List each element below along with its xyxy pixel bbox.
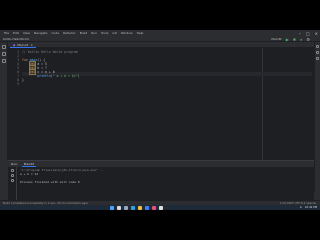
- menu-item-help[interactable]: Help: [137, 31, 144, 35]
- console-output[interactable]: "C:\Program Files\Java\jdk-17\bin\java.e…: [20, 168, 312, 200]
- taskview-icon[interactable]: [124, 205, 128, 210]
- code-token: }: [22, 78, 24, 82]
- structure-icon[interactable]: [2, 52, 6, 56]
- run-icon[interactable]: ▶: [286, 37, 289, 42]
- run-side-toolbar: [8, 167, 17, 200]
- code-line[interactable]: println(" a + b = $c"): [22, 74, 80, 78]
- line-number: 9: [17, 82, 19, 86]
- ide-window: File Edit View Navigate Code Refactor Build Run…: [0, 30, 320, 210]
- menu-item-edit[interactable]: Edit: [13, 31, 19, 35]
- commit-icon[interactable]: [2, 59, 6, 63]
- code-line[interactable]: // Kotlin Hello World program: [22, 50, 78, 54]
- search-icon[interactable]: [117, 205, 121, 210]
- chrome-icon[interactable]: [159, 205, 163, 210]
- console-line: Process finished with exit code 0: [20, 180, 80, 184]
- taskbar-icons: [110, 205, 163, 210]
- maximize-icon[interactable]: □: [306, 31, 310, 36]
- explorer-icon[interactable]: [138, 205, 142, 210]
- store-icon[interactable]: [145, 205, 149, 210]
- code-line[interactable]: }: [22, 78, 24, 82]
- gradle-icon[interactable]: [316, 57, 319, 60]
- run-toolbar: MainKt ▶ ✱ ⌕ ⚙: [271, 36, 310, 42]
- run-tool-window: Run: MainKt "C:\Program Files\Java\jdk-1…: [8, 160, 314, 200]
- run-config-selector[interactable]: MainKt: [271, 37, 281, 41]
- stop-icon[interactable]: [11, 174, 14, 177]
- start-icon[interactable]: [110, 205, 114, 210]
- menu-item-refactor[interactable]: Refactor: [63, 31, 76, 35]
- right-tool-strip: [314, 42, 320, 192]
- notifications-icon[interactable]: [316, 45, 319, 48]
- scroll-end-icon[interactable]: [11, 179, 14, 182]
- project-name[interactable]: Kotlin-HelloWorld: [3, 37, 29, 41]
- left-tool-strip: [0, 42, 8, 160]
- close-tab-icon[interactable]: ×: [30, 43, 33, 47]
- menu-item-view[interactable]: View: [23, 31, 30, 35]
- system-tray: ≋ 10:42 PM: [300, 205, 317, 210]
- tab-label: Main.kt: [17, 43, 29, 47]
- code-token: Kotlin Hello World program: [27, 50, 78, 54]
- clock[interactable]: 10:42 PM: [305, 206, 317, 209]
- close-icon[interactable]: ×: [315, 31, 318, 36]
- run-panel-label: Run:: [11, 162, 18, 166]
- settings-icon[interactable]: ⚙: [306, 37, 310, 42]
- menu-item-git[interactable]: Git: [112, 31, 116, 35]
- minimize-icon[interactable]: –: [299, 31, 301, 36]
- search-icon[interactable]: ⌕: [300, 37, 302, 42]
- menu-item-code[interactable]: Code: [51, 31, 59, 35]
- database-icon[interactable]: [316, 51, 319, 54]
- menu-item-run[interactable]: Run: [91, 31, 97, 35]
- line-number-gutter: 123456789: [8, 48, 22, 160]
- menu-item-navigate[interactable]: Navigate: [34, 31, 47, 35]
- code-token: ): [77, 74, 80, 78]
- code-token: println: [37, 74, 51, 78]
- project-icon[interactable]: [2, 45, 6, 49]
- rerun-icon[interactable]: [11, 169, 14, 172]
- menu-item-build[interactable]: Build: [80, 31, 88, 35]
- menu-item-tools[interactable]: Tools: [101, 31, 108, 35]
- code-token: " a + b = $c": [52, 74, 78, 78]
- run-tab[interactable]: MainKt: [21, 162, 37, 167]
- run-panel-header: Run: MainKt: [8, 161, 314, 167]
- code-area[interactable]: // Kotlin Hello World program fun main() …: [22, 48, 312, 160]
- code-editor[interactable]: 123456789 // Kotlin Hello World program f…: [8, 48, 314, 160]
- edge-icon[interactable]: [131, 205, 135, 210]
- kotlin-file-icon: ◆: [13, 43, 16, 47]
- wifi-icon[interactable]: ≋: [300, 206, 302, 209]
- menu-item-window[interactable]: Window: [121, 31, 133, 35]
- debug-icon[interactable]: ✱: [293, 37, 296, 42]
- intellij-icon[interactable]: [152, 205, 156, 210]
- menu-item-file[interactable]: File: [4, 31, 9, 35]
